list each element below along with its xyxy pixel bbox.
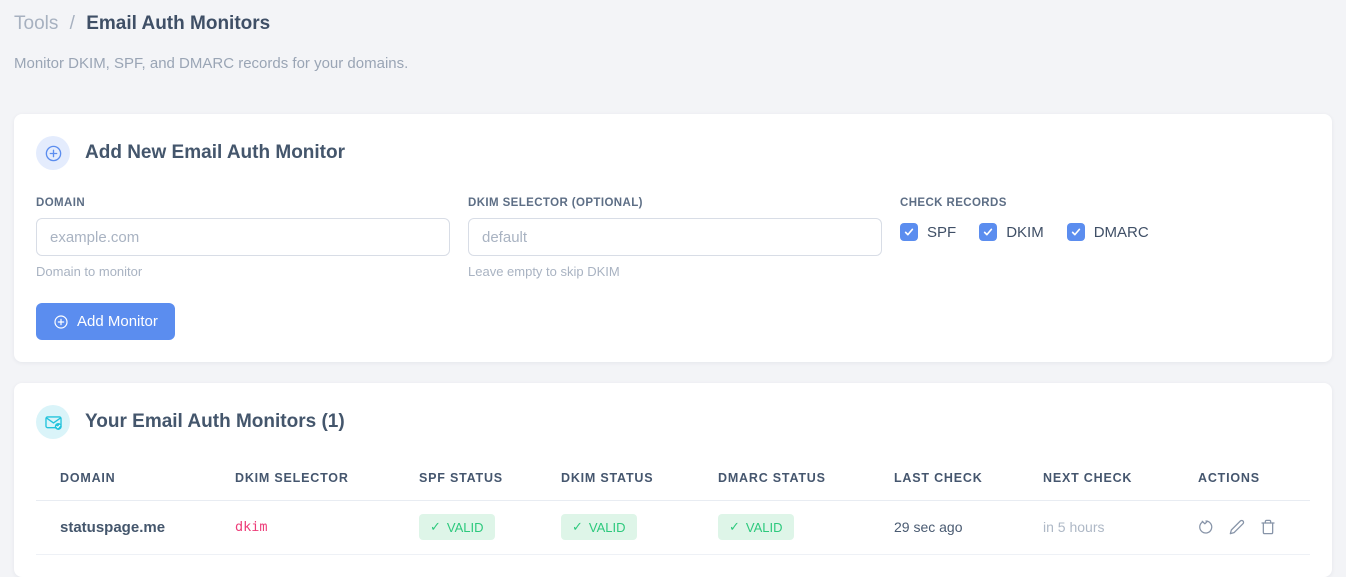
plus-circle-icon: [36, 136, 70, 170]
monitor-next-check: in 5 hours: [1019, 500, 1174, 555]
table-header-row: DOMAIN DKIM SELECTOR SPF STATUS DKIM STA…: [36, 459, 1310, 501]
monitor-table-row: statuspage.me dkim ✓ VALID ✓ VALID ✓ VAL…: [36, 500, 1310, 555]
add-monitor-button-label: Add Monitor: [77, 313, 158, 330]
column-header-spf-status: SPF STATUS: [395, 459, 537, 501]
column-header-actions: ACTIONS: [1174, 459, 1310, 501]
monitor-dkim-selector: dkim: [211, 500, 395, 555]
edit-icon: [1229, 519, 1245, 535]
domain-label: DOMAIN: [36, 197, 86, 209]
column-header-next-check: NEXT CHECK: [1019, 459, 1174, 501]
add-monitor-card: Add New Email Auth Monitor DOMAIN Domain…: [14, 114, 1332, 362]
dmarc-checkbox-label: DMARC: [1093, 223, 1149, 241]
edit-button[interactable]: [1229, 519, 1245, 535]
monitor-actions: [1198, 519, 1302, 535]
page-subtitle: Monitor DKIM, SPF, and DMARC records for…: [14, 55, 409, 72]
dkim-selector-label: DKIM SELECTOR (OPTIONAL): [468, 197, 643, 209]
plus-circle-icon: [53, 314, 69, 330]
dkim-checkbox[interactable]: DKIM: [979, 223, 1044, 241]
dkim-status-badge: ✓ VALID: [561, 514, 637, 540]
monitor-spf-status-cell: ✓ VALID: [395, 500, 537, 555]
breadcrumb: Tools / Email Auth Monitors: [14, 8, 1332, 38]
check-records-options: SPF DKIM DMARC: [900, 223, 1149, 241]
check-icon: ✓: [729, 519, 740, 534]
domain-input[interactable]: [36, 218, 450, 256]
envelope-check-icon: [36, 405, 70, 439]
dmarc-checkbox[interactable]: DMARC: [1066, 223, 1149, 241]
monitor-actions-cell: [1174, 500, 1310, 555]
delete-button[interactable]: [1260, 519, 1276, 535]
spf-status-badge: ✓ VALID: [419, 514, 495, 540]
dkim-status-text: VALID: [588, 519, 626, 535]
monitor-dkim-status-cell: ✓ VALID: [537, 500, 694, 555]
column-header-dkim-selector: DKIM SELECTOR: [211, 459, 395, 501]
column-header-dmarc-status: DMARC STATUS: [694, 459, 870, 501]
check-records-group: CHECK RECORDS SPF DKIM DMARC: [900, 197, 1149, 279]
add-monitor-card-title: Add New Email Auth Monitor: [85, 142, 346, 163]
check-records-label: CHECK RECORDS: [900, 197, 1007, 209]
monitors-card-header: Your Email Auth Monitors (1): [36, 405, 1310, 439]
dkim-selector-helper-text: Leave empty to skip DKIM: [468, 264, 620, 279]
monitor-last-check: 29 sec ago: [870, 500, 1019, 555]
dmarc-status-badge: ✓ VALID: [718, 514, 794, 540]
page-title: Email Auth Monitors: [86, 13, 271, 34]
email-auth-monitors-page: Tools / Email Auth Monitors Monitor DKIM…: [0, 0, 1346, 577]
monitors-card: Your Email Auth Monitors (1) DOMAIN DKIM…: [14, 383, 1332, 577]
dkim-selector-field-group: DKIM SELECTOR (OPTIONAL) Leave empty to …: [468, 197, 882, 279]
add-monitor-button[interactable]: Add Monitor: [36, 303, 175, 340]
domain-field-group: DOMAIN Domain to monitor: [36, 197, 450, 279]
monitor-domain: statuspage.me: [36, 500, 211, 555]
add-monitor-form: DOMAIN Domain to monitor DKIM SELECTOR (…: [36, 197, 1310, 279]
trash-icon: [1261, 519, 1275, 535]
refresh-icon: [1199, 520, 1213, 534]
column-header-dkim-status: DKIM STATUS: [537, 459, 694, 501]
check-icon: ✓: [572, 519, 583, 534]
spf-status-text: VALID: [446, 519, 484, 535]
column-header-last-check: LAST CHECK: [870, 459, 1019, 501]
domain-helper-text: Domain to monitor: [36, 264, 143, 279]
dkim-checkbox-label: DKIM: [1006, 223, 1044, 241]
monitors-card-title: Your Email Auth Monitors (1): [85, 411, 345, 432]
spf-checkbox-label: SPF: [927, 223, 957, 241]
checkmark-icon: [1066, 223, 1085, 241]
breadcrumb-separator: /: [69, 13, 75, 34]
refresh-button[interactable]: [1198, 519, 1214, 535]
dkim-selector-input[interactable]: [468, 218, 882, 256]
dmarc-status-text: VALID: [745, 519, 783, 535]
checkmark-icon: [979, 223, 998, 241]
check-icon: ✓: [430, 519, 441, 534]
monitor-dmarc-status-cell: ✓ VALID: [694, 500, 870, 555]
add-monitor-card-header: Add New Email Auth Monitor: [36, 136, 1310, 170]
spf-checkbox[interactable]: SPF: [900, 223, 956, 241]
column-header-domain: DOMAIN: [36, 459, 211, 501]
checkmark-icon: [900, 223, 918, 241]
breadcrumb-tools-link[interactable]: Tools: [14, 13, 58, 34]
monitors-table: DOMAIN DKIM SELECTOR SPF STATUS DKIM STA…: [36, 459, 1310, 555]
